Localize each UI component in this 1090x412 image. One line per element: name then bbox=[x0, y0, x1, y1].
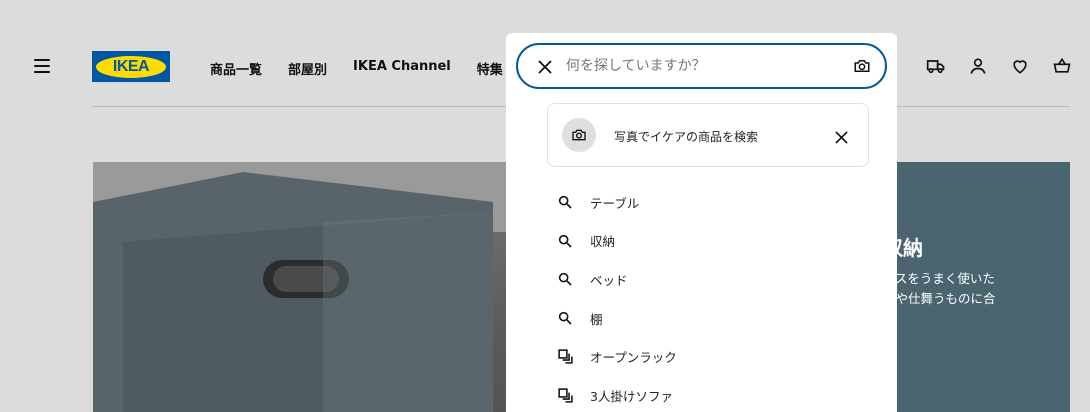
suggestion-item[interactable]: ベッド bbox=[556, 260, 876, 299]
camera-search-icon[interactable] bbox=[853, 57, 871, 75]
nav-item-rooms[interactable]: 部屋別 bbox=[288, 59, 327, 78]
delivery-truck-icon[interactable] bbox=[926, 56, 946, 76]
shopping-basket-icon[interactable] bbox=[1052, 56, 1072, 76]
search-icon bbox=[556, 193, 574, 211]
suggestion-item[interactable]: テーブル bbox=[556, 183, 876, 222]
suggestion-item[interactable]: オープンラック bbox=[556, 337, 876, 376]
hero-description-line2: 入や仕舞うものに合 bbox=[883, 291, 996, 306]
suggestion-label: テーブル bbox=[590, 195, 640, 211]
search-suggestions: テーブル 収納 ベッド 棚 オープンラック 3人掛けソファ bbox=[556, 183, 876, 412]
hero-text-panel bbox=[883, 162, 1070, 412]
logo-text: IKEA bbox=[112, 57, 150, 75]
hamburger-menu-icon[interactable] bbox=[34, 59, 50, 73]
category-icon bbox=[556, 386, 574, 404]
close-visual-search-icon[interactable] bbox=[835, 129, 848, 144]
search-icon bbox=[556, 309, 574, 327]
header-actions bbox=[926, 56, 1072, 76]
suggestion-label: 棚 bbox=[590, 311, 603, 327]
nav-item-features[interactable]: 特集 bbox=[477, 59, 503, 78]
visual-search-card[interactable]: 写真でイケアの商品を検索 bbox=[547, 103, 869, 167]
visual-search-label: 写真でイケアの商品を検索 bbox=[614, 130, 759, 144]
hero-description-line1: ースをうまく使いた bbox=[883, 271, 995, 286]
search-box[interactable] bbox=[516, 43, 887, 89]
nav-item-products[interactable]: 商品一覧 bbox=[210, 59, 262, 78]
close-search-icon[interactable] bbox=[538, 59, 552, 74]
suggestion-item[interactable]: 棚 bbox=[556, 299, 876, 338]
suggestion-label: オープンラック bbox=[590, 350, 677, 366]
ikea-logo[interactable]: IKEA bbox=[92, 51, 170, 82]
heart-favorites-icon[interactable] bbox=[1010, 56, 1030, 76]
category-icon bbox=[556, 348, 574, 366]
search-icon bbox=[556, 232, 574, 250]
search-icon bbox=[556, 270, 574, 288]
suggestion-label: ベッド bbox=[590, 272, 628, 288]
nav-item-ikea-channel[interactable]: IKEA Channel bbox=[353, 59, 451, 78]
search-dropdown-panel: 写真でイケアの商品を検索 テーブル 収納 ベッド bbox=[506, 33, 897, 412]
suggestion-label: 3人掛けソファ bbox=[590, 388, 673, 404]
logo-oval: IKEA bbox=[96, 55, 166, 78]
user-account-icon[interactable] bbox=[968, 56, 988, 76]
suggestion-label: 収納 bbox=[590, 234, 616, 250]
suggestion-item[interactable]: 3人掛けソファ bbox=[556, 376, 876, 412]
suggestion-item[interactable]: 収納 bbox=[556, 222, 876, 261]
camera-icon bbox=[562, 118, 596, 152]
search-input[interactable] bbox=[566, 55, 836, 77]
main-nav: 商品一覧 部屋別 IKEA Channel 特集 bbox=[210, 59, 503, 78]
